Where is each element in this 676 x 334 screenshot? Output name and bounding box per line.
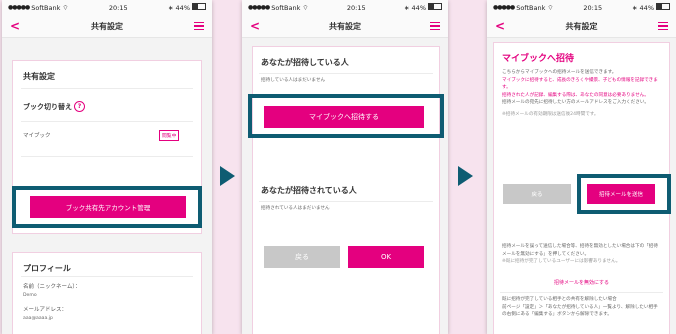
note-text: ※招待メールの有効期限は送信後24時間です。 xyxy=(502,111,599,117)
description-text: こちらからマイブックへの招待メールを送信できます。 xyxy=(502,70,617,75)
profile-card: プロフィール 名前（ニックネーム）： Demo メールアドレス： aaa@aaa… xyxy=(12,252,202,334)
battery-icon xyxy=(192,3,206,10)
highlight-box xyxy=(248,94,444,138)
profile-title: プロフィール xyxy=(23,264,71,273)
back-chevron-icon[interactable]: < xyxy=(495,19,505,33)
battery-icon xyxy=(656,3,670,10)
phone-screen-share-settings: ●●●●● SoftBank ⌔ 20:15 ∗ 44% < 共有設定 共有設定 ブ… xyxy=(2,0,212,334)
invite-description: こちらからマイブックへの招待メールを送信できます。 マイブックに招待すると、成長… xyxy=(502,69,661,118)
invite-heading: マイブックへ招待 xyxy=(502,54,575,64)
description-text: マイブックに招待すると、成長のきろくや撮景、子どもの情報を記録できます。 xyxy=(502,77,658,91)
battery-icon xyxy=(428,3,442,10)
carrier-label: SoftBank xyxy=(271,3,301,12)
clock: 20:15 xyxy=(583,3,603,12)
after-send-info: 招待メールを誤って送信した場合等、招待を無効としたい場合は下の「招待メールを無効… xyxy=(502,243,661,266)
battery-percent: 44% xyxy=(175,4,190,12)
footer-text: 前ページ「設定」＞「あなたが招待している人」一覧より、解除したい相手の右側にある… xyxy=(502,304,658,318)
carrier-label: SoftBank xyxy=(31,3,61,12)
book-switch-label: ブック切り替え xyxy=(23,102,72,111)
highlight-box xyxy=(12,186,202,228)
inviting-title: あなたが招待している人 xyxy=(261,58,349,67)
hamburger-menu-icon[interactable] xyxy=(194,21,204,31)
highlight-box xyxy=(577,174,671,214)
footer-info: 既に招待が完了している相手との共有を解除したい場合 前ページ「設定」＞「あなたが… xyxy=(502,296,661,319)
nav-bar: < 共有設定 xyxy=(2,15,212,38)
hamburger-menu-icon[interactable] xyxy=(658,21,668,31)
carrier-label: SoftBank xyxy=(516,3,546,12)
phone-screen-invite-form: ●●●●● SoftBank ⌔ 20:15 ∗ 44% < 共有設定 マイブックへ… xyxy=(487,0,676,334)
back-button[interactable]: 戻る xyxy=(264,246,340,268)
invalidate-invite-link[interactable]: 招待メールを無効にする xyxy=(502,279,661,286)
step-arrow-icon xyxy=(220,166,235,186)
info-text: 招待メールを誤って送信した場合等、招待を無効としたい場合は下の「招待メールを無効… xyxy=(502,244,658,257)
signal-icon: ●●●●● xyxy=(493,4,515,11)
invited-empty-text: 招待されている人はまだいません xyxy=(261,206,330,211)
info-text: ※既に招待が完了しているユーザーには影響ありません。 xyxy=(502,259,621,264)
nav-bar: < 共有設定 xyxy=(242,15,448,38)
battery-percent: 44% xyxy=(411,4,426,12)
wifi-icon: ⌔ xyxy=(547,4,554,12)
invite-card: あなたが招待している人 招待している人はまだいません あなたが招待されている人 … xyxy=(252,46,440,334)
signal-icon: ●●●●● xyxy=(8,4,30,11)
inviting-empty-text: 招待している人はまだいません xyxy=(261,78,326,83)
email-value: aaa@aaaa.jp xyxy=(23,316,53,321)
step-arrow-icon xyxy=(458,166,473,186)
section-title: 共有設定 xyxy=(23,72,55,81)
status-bar: ●●●●● SoftBank ⌔ 20:15 ∗ 44% xyxy=(2,0,212,15)
name-value: Demo xyxy=(23,293,37,298)
battery-percent: 44% xyxy=(639,4,654,12)
back-button[interactable]: 戻る xyxy=(503,184,571,204)
status-bar: ●●●●● SoftBank ⌔ 20:15 ∗ 44% xyxy=(487,0,676,15)
bluetooth-icon: ∗ xyxy=(632,4,638,12)
name-label: 名前（ニックネーム）： xyxy=(23,284,81,290)
help-icon[interactable]: ? xyxy=(74,101,85,112)
back-chevron-icon[interactable]: < xyxy=(250,19,260,33)
description-text: 招待メールの宛先に招待したい方のメールアドレスをご入力ください。 xyxy=(502,100,650,105)
email-label: メールアドレス： xyxy=(23,307,68,313)
bluetooth-icon: ∗ xyxy=(168,4,174,12)
ok-button[interactable]: OK xyxy=(348,246,424,268)
invited-title: あなたが招待されている人 xyxy=(261,186,357,195)
description-text: 招待された人が記録、編集する際は、あなたの同意は必要ありません。 xyxy=(502,92,649,98)
bluetooth-icon: ∗ xyxy=(404,4,410,12)
signal-icon: ●●●●● xyxy=(248,4,270,11)
nav-bar: < 共有設定 xyxy=(487,15,676,38)
clock: 20:15 xyxy=(108,3,128,12)
back-chevron-icon[interactable]: < xyxy=(10,19,20,33)
book-switch-row: ブック切り替え ? xyxy=(23,101,85,112)
hamburger-menu-icon[interactable] xyxy=(430,21,440,31)
wifi-icon: ⌔ xyxy=(302,4,309,12)
viewing-badge: 閲覧中 xyxy=(159,130,180,141)
wifi-icon: ⌔ xyxy=(62,4,69,12)
page-title: 共有設定 xyxy=(329,21,362,31)
page-title: 共有設定 xyxy=(565,21,598,31)
status-bar: ●●●●● SoftBank ⌔ 20:15 ∗ 44% xyxy=(242,0,448,15)
footer-text: 既に招待が完了している相手との共有を解除したい場合 xyxy=(502,297,617,302)
clock: 20:15 xyxy=(346,3,366,12)
mybook-label: マイブック xyxy=(23,133,51,139)
phone-screen-invite-list: ●●●●● SoftBank ⌔ 20:15 ∗ 44% < 共有設定 あなたが招待… xyxy=(242,0,448,334)
page-title: 共有設定 xyxy=(91,21,124,31)
